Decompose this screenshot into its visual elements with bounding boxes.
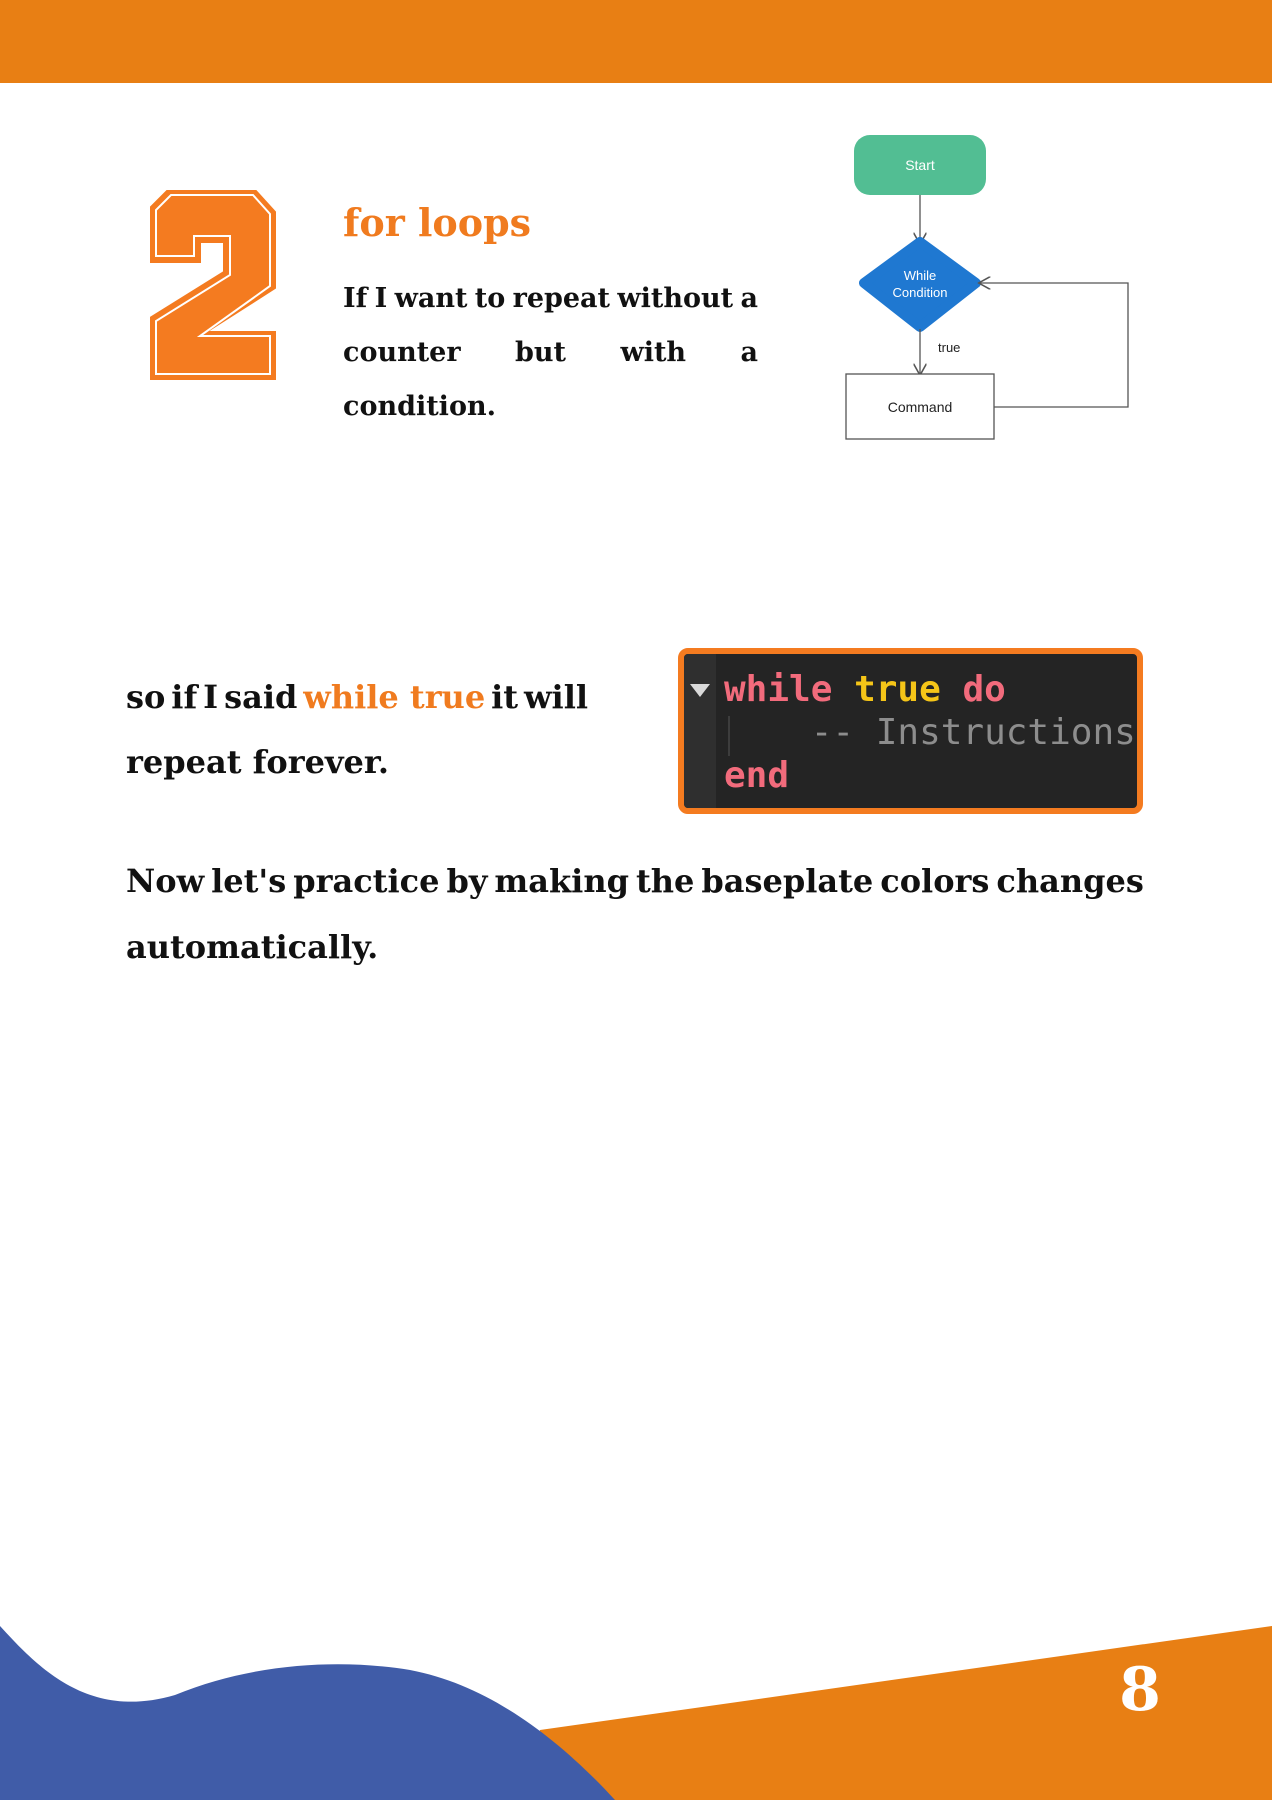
footer-blue-wave	[0, 1626, 615, 1800]
command-label: Command	[888, 399, 953, 415]
section-heading: for loops	[343, 200, 532, 245]
intro-word: repeat	[512, 283, 611, 314]
para-word: said	[224, 678, 298, 716]
code-keyword-while: while	[724, 669, 833, 710]
code-keyword-true: true	[854, 669, 941, 710]
intro-word: want	[394, 283, 468, 314]
while-loop-flowchart: Start While Condition true Command	[845, 135, 1129, 440]
practice-word: changes	[996, 862, 1144, 900]
condition-label-1: While	[904, 268, 937, 283]
intro-paragraph: If I want to repeat without a counter bu…	[343, 272, 758, 434]
code-snippet: while true do -- Instructions end	[678, 648, 1143, 814]
intro-word: I	[374, 283, 388, 314]
intro-word: a	[740, 283, 758, 314]
while-true-paragraph: so if I said while true it will repeat f…	[126, 665, 588, 795]
fold-arrow-icon	[690, 684, 710, 697]
code-keyword-end: end	[724, 755, 790, 796]
intro-word: to	[474, 283, 506, 314]
practice-paragraph: Now let's practice by making the basepla…	[126, 848, 1144, 980]
practice-word: baseplate	[701, 862, 874, 900]
para-word: will	[523, 678, 588, 716]
code-gutter	[684, 654, 716, 808]
para-word: if	[171, 678, 198, 716]
top-banner	[0, 0, 1272, 83]
start-label: Start	[905, 157, 935, 173]
code-keyword-do: do	[962, 669, 1006, 710]
footer-decoration	[0, 1626, 1272, 1800]
true-edge-label: true	[938, 340, 960, 355]
section-number-graphic	[150, 190, 276, 380]
practice-word: Now	[126, 862, 205, 900]
para-word: I	[203, 678, 219, 716]
intro-word: without	[617, 283, 734, 314]
intro-word: If	[343, 283, 368, 314]
para-word: it	[491, 678, 519, 716]
loop-back-arrow	[980, 283, 1129, 408]
para-line-2: repeat forever.	[126, 743, 389, 781]
practice-word: practice	[293, 862, 440, 900]
practice-word: the	[635, 862, 695, 900]
highlight-while-true: while true	[303, 678, 486, 716]
practice-word: colors	[880, 862, 990, 900]
para-word: so	[126, 678, 166, 716]
condition-label-2: Condition	[893, 285, 948, 300]
page-number: 8	[1119, 1655, 1161, 1725]
practice-word: let's	[211, 862, 287, 900]
code-text: while true do -- Instructions end	[724, 668, 1136, 797]
practice-line-2: automatically.	[126, 928, 379, 966]
practice-word: making	[494, 862, 629, 900]
practice-word: by	[446, 862, 488, 900]
intro-line-2: counter but with a condition.	[343, 337, 758, 422]
code-comment: -- Instructions	[724, 712, 1136, 753]
